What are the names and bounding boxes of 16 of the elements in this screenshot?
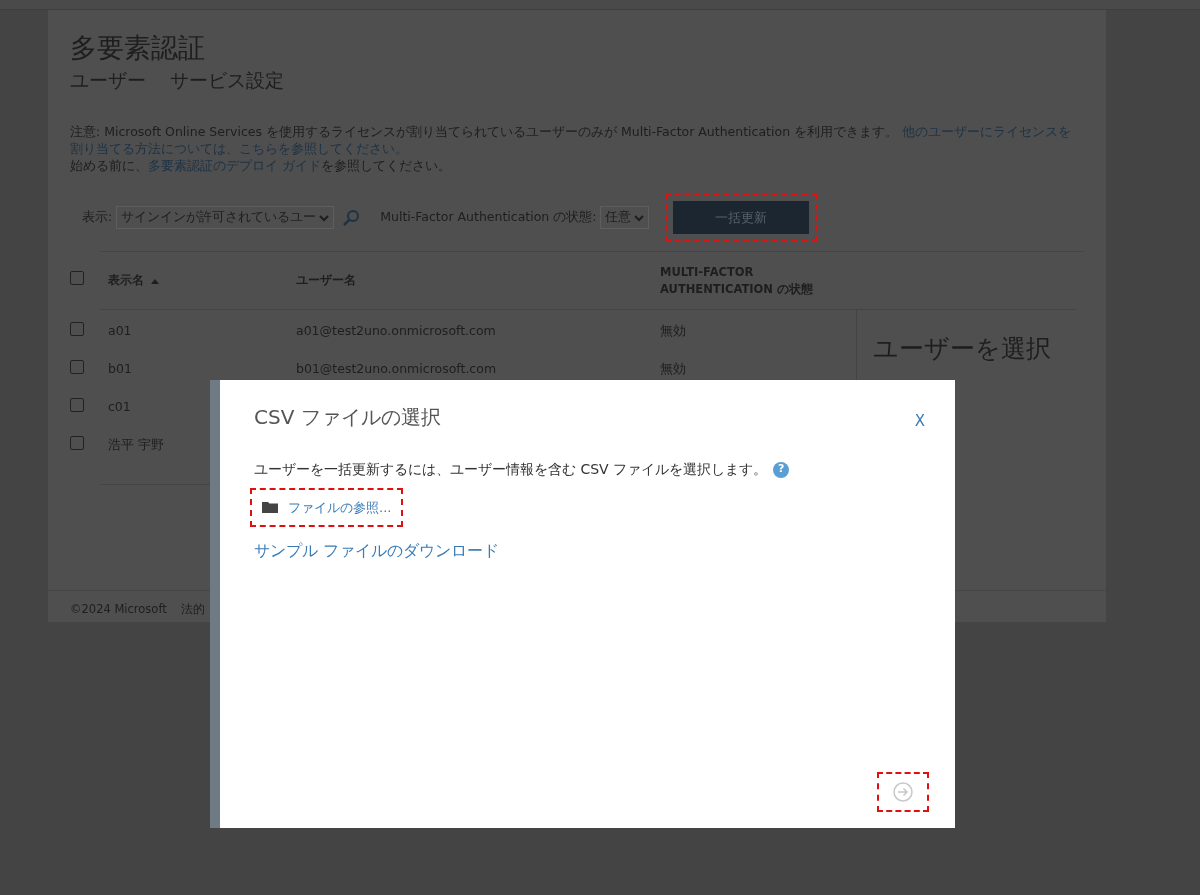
select-all-checkbox[interactable] [70,271,84,286]
chevron-down-icon [634,213,645,222]
browse-files-link[interactable]: ファイルの参照... [258,494,396,520]
row-checkbox[interactable] [70,359,84,374]
dialog-title: CSV ファイルの選択 [254,404,441,431]
help-icon[interactable]: ? [773,461,790,478]
chevron-down-icon [319,213,330,222]
close-button[interactable]: X [914,410,925,433]
folder-icon [262,501,278,514]
row-checkbox[interactable] [70,321,84,336]
dialog-description: ユーザーを一括更新するには、ユーザー情報を含む CSV ファイルを選択します。 [254,460,768,477]
row-checkbox[interactable] [70,397,84,412]
row-checkbox[interactable] [70,435,84,450]
sample-download-link[interactable]: サンプル ファイルのダウンロード [254,539,500,563]
sort-up-icon [151,277,159,284]
search-icon[interactable] [342,208,361,227]
